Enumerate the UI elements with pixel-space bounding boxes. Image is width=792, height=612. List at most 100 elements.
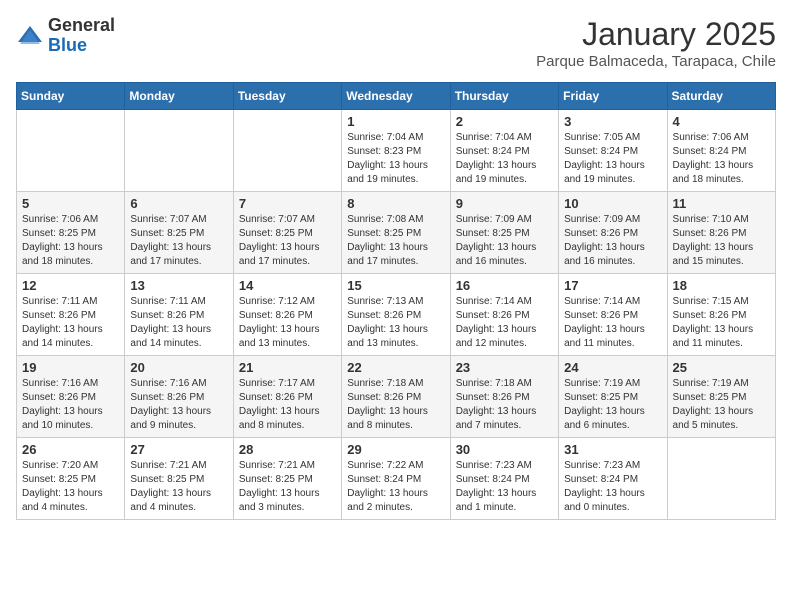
- day-info: Sunrise: 7:05 AM Sunset: 8:24 PM Dayligh…: [564, 131, 661, 187]
- calendar-cell: 23 Sunrise: 7:18 AM Sunset: 8:26 PM Dayli…: [450, 356, 558, 438]
- day-number: 14: [239, 278, 336, 293]
- weekday-header-thursday: Thursday: [450, 83, 558, 110]
- calendar-cell: 7 Sunrise: 7:07 AM Sunset: 8:25 PM Daylig…: [233, 192, 341, 274]
- day-info: Sunrise: 7:11 AM Sunset: 8:26 PM Dayligh…: [130, 295, 227, 351]
- weekday-header-saturday: Saturday: [667, 83, 775, 110]
- day-info: Sunrise: 7:19 AM Sunset: 8:25 PM Dayligh…: [564, 377, 661, 433]
- day-number: 29: [347, 442, 444, 457]
- calendar-table: SundayMondayTuesdayWednesdayThursdayFrid…: [16, 82, 776, 520]
- day-info: Sunrise: 7:07 AM Sunset: 8:25 PM Dayligh…: [239, 213, 336, 269]
- calendar-cell: [17, 110, 125, 192]
- calendar-cell: 31 Sunrise: 7:23 AM Sunset: 8:24 PM Dayli…: [559, 438, 667, 520]
- month-title: January 2025: [536, 16, 776, 53]
- day-number: 3: [564, 114, 661, 129]
- day-info: Sunrise: 7:09 AM Sunset: 8:25 PM Dayligh…: [456, 213, 553, 269]
- logo-general: General: [48, 16, 115, 36]
- calendar-cell: 18Sunrise: 7:15 AM Sunset: 8:26 PM Dayli…: [667, 274, 775, 356]
- weekday-header-monday: Monday: [125, 83, 233, 110]
- location-subtitle: Parque Balmaceda, Tarapaca, Chile: [536, 53, 776, 70]
- day-info: Sunrise: 7:22 AM Sunset: 8:24 PM Dayligh…: [347, 459, 444, 515]
- logo-icon: [16, 22, 44, 50]
- week-row-1: 1Sunrise: 7:04 AM Sunset: 8:23 PM Daylig…: [17, 110, 776, 192]
- calendar-cell: 3 Sunrise: 7:05 AM Sunset: 8:24 PM Daylig…: [559, 110, 667, 192]
- week-row-2: 5 Sunrise: 7:06 AM Sunset: 8:25 PM Daylig…: [17, 192, 776, 274]
- calendar-cell: 8Sunrise: 7:08 AM Sunset: 8:25 PM Daylig…: [342, 192, 450, 274]
- day-number: 22: [347, 360, 444, 375]
- day-number: 30: [456, 442, 553, 457]
- calendar-cell: 27Sunrise: 7:21 AM Sunset: 8:25 PM Dayli…: [125, 438, 233, 520]
- day-info: Sunrise: 7:18 AM Sunset: 8:26 PM Dayligh…: [456, 377, 553, 433]
- weekday-header-tuesday: Tuesday: [233, 83, 341, 110]
- day-info: Sunrise: 7:21 AM Sunset: 8:25 PM Dayligh…: [130, 459, 227, 515]
- day-number: 31: [564, 442, 661, 457]
- calendar-cell: 11Sunrise: 7:10 AM Sunset: 8:26 PM Dayli…: [667, 192, 775, 274]
- week-row-3: 12 Sunrise: 7:11 AM Sunset: 8:26 PM Dayli…: [17, 274, 776, 356]
- day-info: Sunrise: 7:15 AM Sunset: 8:26 PM Dayligh…: [673, 295, 770, 351]
- day-number: 24: [564, 360, 661, 375]
- day-number: 20: [130, 360, 227, 375]
- calendar-cell: 13 Sunrise: 7:11 AM Sunset: 8:26 PM Dayli…: [125, 274, 233, 356]
- day-number: 15: [347, 278, 444, 293]
- calendar-cell: 5 Sunrise: 7:06 AM Sunset: 8:25 PM Daylig…: [17, 192, 125, 274]
- day-number: 2: [456, 114, 553, 129]
- day-number: 13: [130, 278, 227, 293]
- day-info: Sunrise: 7:04 AM Sunset: 8:23 PM Dayligh…: [347, 131, 444, 187]
- day-number: 17: [564, 278, 661, 293]
- day-number: 12: [22, 278, 119, 293]
- weekday-header-sunday: Sunday: [17, 83, 125, 110]
- day-number: 26: [22, 442, 119, 457]
- calendar-cell: 25 Sunrise: 7:19 AM Sunset: 8:25 PM Dayli…: [667, 356, 775, 438]
- page-header: General Blue January 2025 Parque Balmace…: [16, 16, 776, 70]
- day-number: 16: [456, 278, 553, 293]
- calendar-cell: 19 Sunrise: 7:16 AM Sunset: 8:26 PM Dayli…: [17, 356, 125, 438]
- calendar-cell: 16 Sunrise: 7:14 AM Sunset: 8:26 PM Dayli…: [450, 274, 558, 356]
- calendar-cell: 6 Sunrise: 7:07 AM Sunset: 8:25 PM Daylig…: [125, 192, 233, 274]
- calendar-cell: 20 Sunrise: 7:16 AM Sunset: 8:26 PM Dayli…: [125, 356, 233, 438]
- day-info: Sunrise: 7:14 AM Sunset: 8:26 PM Dayligh…: [456, 295, 553, 351]
- day-info: Sunrise: 7:04 AM Sunset: 8:24 PM Dayligh…: [456, 131, 553, 187]
- day-info: Sunrise: 7:11 AM Sunset: 8:26 PM Dayligh…: [22, 295, 119, 351]
- calendar-cell: 14 Sunrise: 7:12 AM Sunset: 8:26 PM Dayli…: [233, 274, 341, 356]
- calendar-cell: 26 Sunrise: 7:20 AM Sunset: 8:25 PM Dayli…: [17, 438, 125, 520]
- day-info: Sunrise: 7:07 AM Sunset: 8:25 PM Dayligh…: [130, 213, 227, 269]
- day-info: Sunrise: 7:14 AM Sunset: 8:26 PM Dayligh…: [564, 295, 661, 351]
- calendar-cell: 24 Sunrise: 7:19 AM Sunset: 8:25 PM Dayli…: [559, 356, 667, 438]
- day-info: Sunrise: 7:12 AM Sunset: 8:26 PM Dayligh…: [239, 295, 336, 351]
- day-number: 23: [456, 360, 553, 375]
- day-info: Sunrise: 7:19 AM Sunset: 8:25 PM Dayligh…: [673, 377, 770, 433]
- day-number: 6: [130, 196, 227, 211]
- day-number: 21: [239, 360, 336, 375]
- week-row-5: 26 Sunrise: 7:20 AM Sunset: 8:25 PM Dayli…: [17, 438, 776, 520]
- day-info: Sunrise: 7:09 AM Sunset: 8:26 PM Dayligh…: [564, 213, 661, 269]
- weekday-header-row: SundayMondayTuesdayWednesdayThursdayFrid…: [17, 83, 776, 110]
- day-number: 25: [673, 360, 770, 375]
- logo-text: General Blue: [48, 16, 115, 56]
- calendar-cell: 21 Sunrise: 7:17 AM Sunset: 8:26 PM Dayli…: [233, 356, 341, 438]
- day-number: 5: [22, 196, 119, 211]
- calendar-cell: 30 Sunrise: 7:23 AM Sunset: 8:24 PM Dayli…: [450, 438, 558, 520]
- day-number: 9: [456, 196, 553, 211]
- day-info: Sunrise: 7:06 AM Sunset: 8:25 PM Dayligh…: [22, 213, 119, 269]
- day-number: 28: [239, 442, 336, 457]
- day-info: Sunrise: 7:23 AM Sunset: 8:24 PM Dayligh…: [456, 459, 553, 515]
- day-info: Sunrise: 7:23 AM Sunset: 8:24 PM Dayligh…: [564, 459, 661, 515]
- day-info: Sunrise: 7:20 AM Sunset: 8:25 PM Dayligh…: [22, 459, 119, 515]
- calendar-cell: 28Sunrise: 7:21 AM Sunset: 8:25 PM Dayli…: [233, 438, 341, 520]
- calendar-cell: 1Sunrise: 7:04 AM Sunset: 8:23 PM Daylig…: [342, 110, 450, 192]
- day-info: Sunrise: 7:06 AM Sunset: 8:24 PM Dayligh…: [673, 131, 770, 187]
- day-number: 7: [239, 196, 336, 211]
- day-info: Sunrise: 7:10 AM Sunset: 8:26 PM Dayligh…: [673, 213, 770, 269]
- day-number: 10: [564, 196, 661, 211]
- weekday-header-friday: Friday: [559, 83, 667, 110]
- day-info: Sunrise: 7:16 AM Sunset: 8:26 PM Dayligh…: [130, 377, 227, 433]
- logo: General Blue: [16, 16, 115, 56]
- calendar-cell: 10 Sunrise: 7:09 AM Sunset: 8:26 PM Dayli…: [559, 192, 667, 274]
- calendar-cell: 4Sunrise: 7:06 AM Sunset: 8:24 PM Daylig…: [667, 110, 775, 192]
- day-info: Sunrise: 7:18 AM Sunset: 8:26 PM Dayligh…: [347, 377, 444, 433]
- day-info: Sunrise: 7:17 AM Sunset: 8:26 PM Dayligh…: [239, 377, 336, 433]
- calendar-cell: [125, 110, 233, 192]
- calendar-cell: 15Sunrise: 7:13 AM Sunset: 8:26 PM Dayli…: [342, 274, 450, 356]
- day-number: 19: [22, 360, 119, 375]
- calendar-cell: 22 Sunrise: 7:18 AM Sunset: 8:26 PM Dayli…: [342, 356, 450, 438]
- day-info: Sunrise: 7:16 AM Sunset: 8:26 PM Dayligh…: [22, 377, 119, 433]
